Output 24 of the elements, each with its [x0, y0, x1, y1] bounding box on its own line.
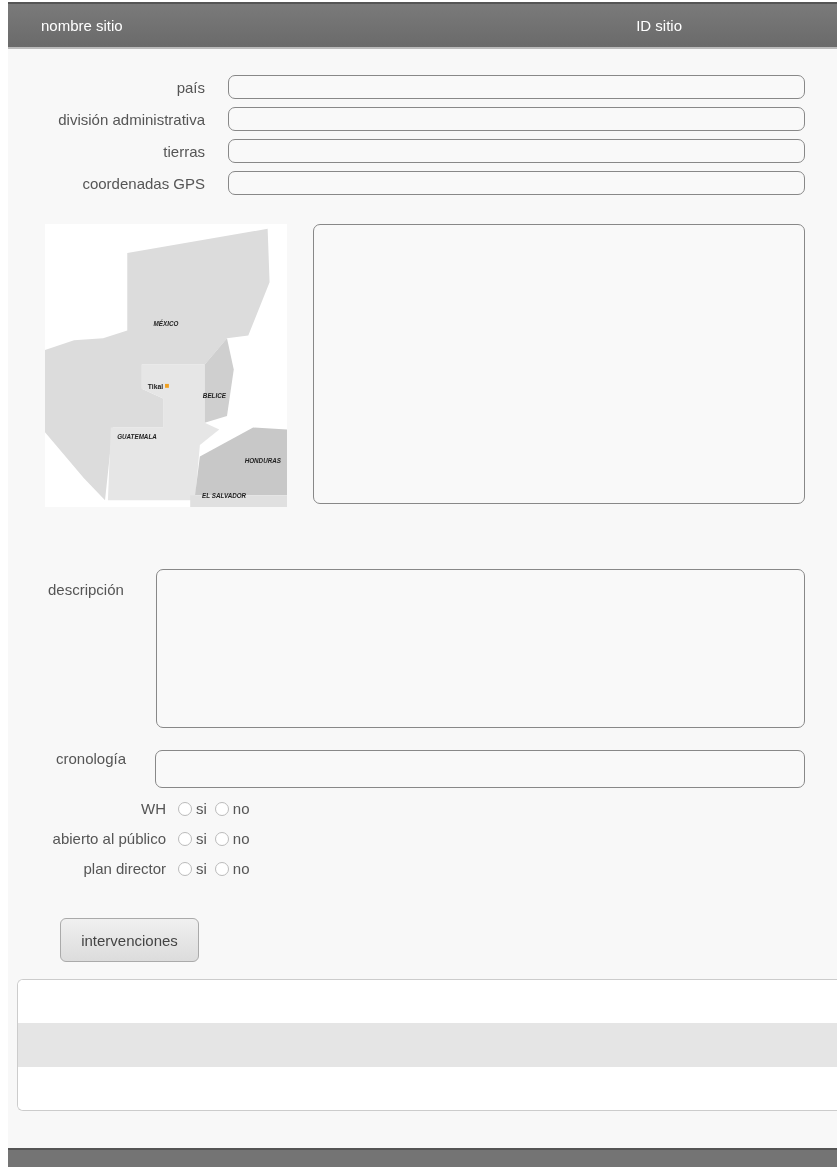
- radio-option[interactable]: no: [214, 860, 250, 877]
- site-name-title: nombre sitio: [41, 17, 123, 34]
- option-label: abierto al público: [51, 830, 166, 847]
- input-field[interactable]: [228, 107, 805, 131]
- option-label: WH: [140, 800, 166, 817]
- input-field[interactable]: [228, 171, 805, 195]
- radio-option[interactable]: si: [178, 800, 207, 817]
- radio-option[interactable]: si: [178, 860, 207, 877]
- interventions-button[interactable]: intervenciones: [60, 918, 199, 962]
- input-field[interactable]: [228, 139, 805, 163]
- field-label: división administrativa: [57, 110, 205, 128]
- field-label: tierras: [162, 142, 205, 160]
- radio-option[interactable]: no: [214, 800, 250, 817]
- field-label: descripción: [48, 580, 125, 600]
- chronology-field[interactable]: [155, 750, 805, 788]
- radio-option[interactable]: no: [214, 830, 250, 847]
- field-label: coordenadas GPS: [81, 174, 205, 192]
- description-field[interactable]: [156, 569, 805, 728]
- radio-option[interactable]: si: [178, 830, 207, 847]
- field-label: país: [175, 78, 205, 96]
- option-label: plan director: [82, 860, 166, 877]
- field-label: cronología: [56, 750, 128, 769]
- input-field[interactable]: [228, 75, 805, 99]
- site-id-label: ID sitio: [636, 17, 682, 34]
